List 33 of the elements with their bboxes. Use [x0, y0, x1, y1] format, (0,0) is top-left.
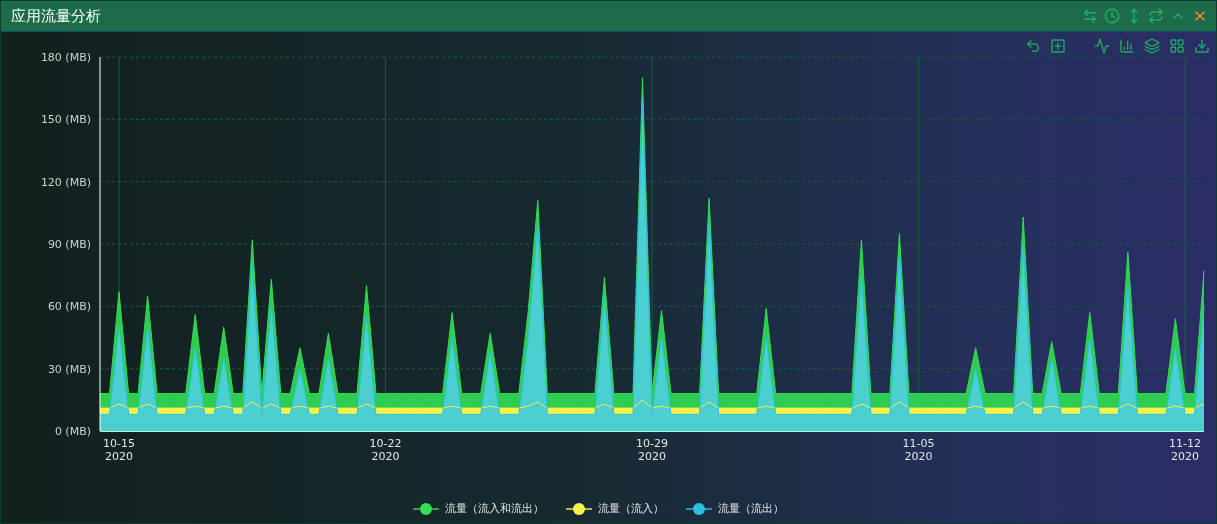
close-icon[interactable] [1192, 8, 1208, 24]
legend-label: 流量（流出） [718, 501, 784, 516]
y-axis-label: 0 (MB) [54, 425, 91, 438]
line-chart-icon[interactable] [1094, 38, 1110, 54]
x-axis-label: 11-05 2020 [902, 437, 935, 463]
legend-item[interactable]: 流量（流入） [566, 501, 664, 516]
legend-label: 流量（流入和流出） [445, 501, 544, 516]
x-axis-label: 10-29 2020 [636, 437, 668, 463]
window-title: 应用流量分析 [11, 6, 102, 26]
layers-icon[interactable] [1144, 38, 1160, 54]
legend-item[interactable]: 流量（流入和流出） [413, 501, 544, 516]
undo-icon[interactable] [1025, 38, 1041, 54]
repeat-icon[interactable] [1148, 8, 1164, 24]
clock-icon[interactable] [1104, 8, 1120, 24]
legend-marker-icon [413, 501, 439, 516]
y-axis-label: 30 (MB) [47, 362, 91, 376]
y-axis-label: 60 (MB) [47, 300, 91, 314]
legend-item[interactable]: 流量（流出） [686, 501, 784, 516]
grid-icon[interactable] [1169, 38, 1185, 54]
y-axis-label: 90 (MB) [47, 238, 91, 251]
x-axis-label: 10-22 2020 [369, 437, 402, 463]
square-plus-icon[interactable] [1050, 38, 1066, 54]
swap-arrows-icon[interactable] [1082, 8, 1098, 24]
x-axis-label: 10-15 2020 [103, 437, 135, 463]
y-axis-label: 150 (MB) [40, 113, 91, 127]
y-axis-label: 120 (MB) [40, 175, 91, 189]
legend-label: 流量（流入） [598, 501, 664, 516]
y-axis-label: 180 (MB) [40, 51, 91, 64]
legend-marker-icon [566, 501, 592, 516]
download-icon[interactable] [1194, 38, 1210, 54]
x-axis-label: 11-12 2020 [1169, 437, 1201, 463]
bar-chart-icon[interactable] [1119, 38, 1135, 54]
legend-marker-icon [686, 501, 712, 516]
